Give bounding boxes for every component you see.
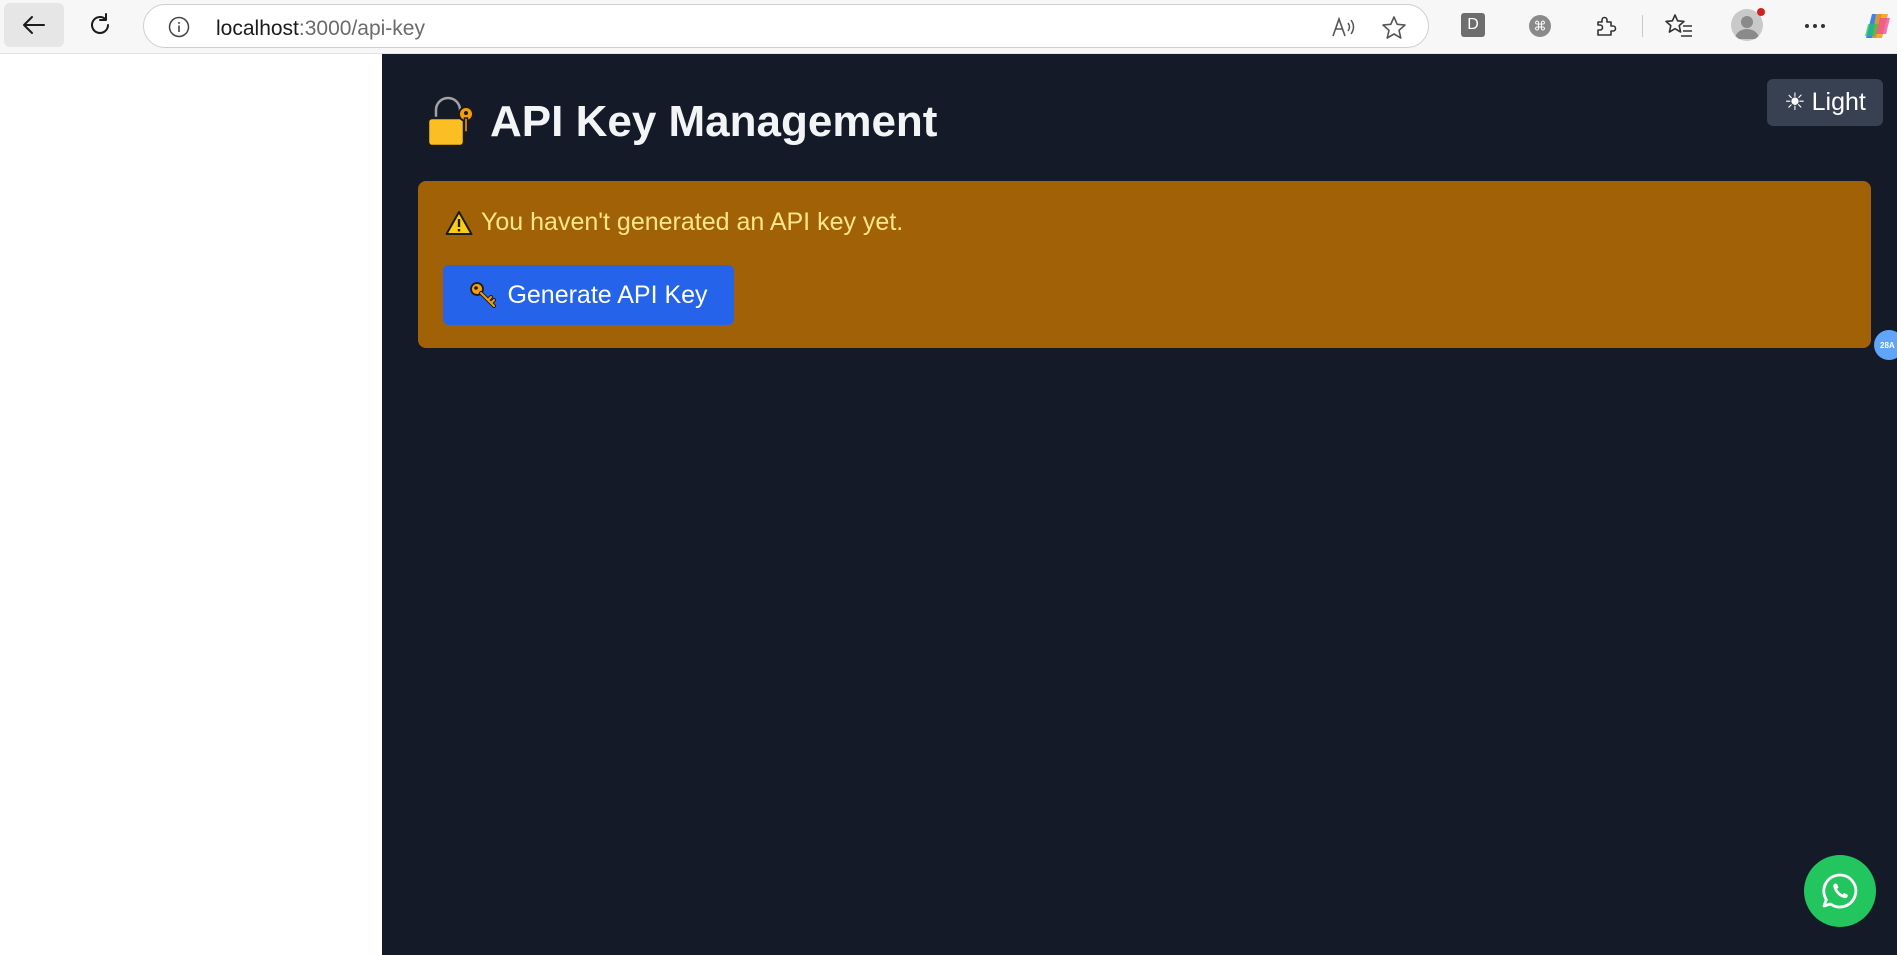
favorite-star-icon[interactable] [1381,15,1407,41]
theme-toggle-label: Light [1811,88,1866,116]
url-text[interactable]: localhost:3000/api-key [216,17,425,41]
more-dots-icon[interactable] [1801,12,1829,40]
read-aloud-icon[interactable] [1331,16,1357,38]
url-path: :3000/api-key [298,17,425,40]
extension-d-icon[interactable]: D [1461,13,1485,37]
page-header: API Key Management [422,92,937,152]
sun-icon: ☀ [1784,89,1806,116]
reload-icon [91,13,109,34]
main-content: API Key Management ☀ Light You haven't g… [382,54,1897,955]
api-key-warning-panel: You haven't generated an API key yet. Ge… [418,181,1871,348]
address-bar[interactable]: localhost:3000/api-key [143,4,1429,48]
copilot-icon[interactable] [1862,10,1894,42]
generate-api-key-label: Generate API Key [507,280,708,309]
url-host: localhost [216,17,299,40]
left-white-panel [0,54,382,955]
lock-key-icon [426,95,474,148]
svg-text:⌘: ⌘ [1534,20,1547,35]
notification-dot [1757,8,1765,16]
side-floating-badge[interactable]: 28A [1874,330,1897,360]
warning-triangle-icon [445,210,473,235]
page-title: API Key Management [490,97,938,146]
browser-toolbar: localhost:3000/api-key D ⌘ [0,0,1897,54]
site-info-icon[interactable] [168,16,190,38]
side-badge-text: 28A [1880,340,1895,350]
back-button[interactable] [4,3,64,47]
back-arrow-icon [23,16,45,34]
toolbar-separator [1642,15,1643,37]
warning-message-row: You haven't generated an API key yet. [445,208,903,237]
whatsapp-chat-button[interactable] [1804,855,1876,927]
theme-toggle-button[interactable]: ☀ Light [1767,79,1883,126]
generate-api-key-button[interactable]: Generate API Key [443,265,734,325]
warning-text: You haven't generated an API key yet. [481,208,904,236]
reload-button[interactable] [70,3,130,47]
key-icon [470,282,497,308]
favorites-list-icon[interactable] [1665,12,1693,40]
whatsapp-icon [1822,873,1858,909]
extension-d-letter: D [1467,16,1479,33]
extension-command-icon[interactable]: ⌘ [1526,12,1554,40]
extensions-puzzle-icon[interactable] [1592,12,1620,40]
